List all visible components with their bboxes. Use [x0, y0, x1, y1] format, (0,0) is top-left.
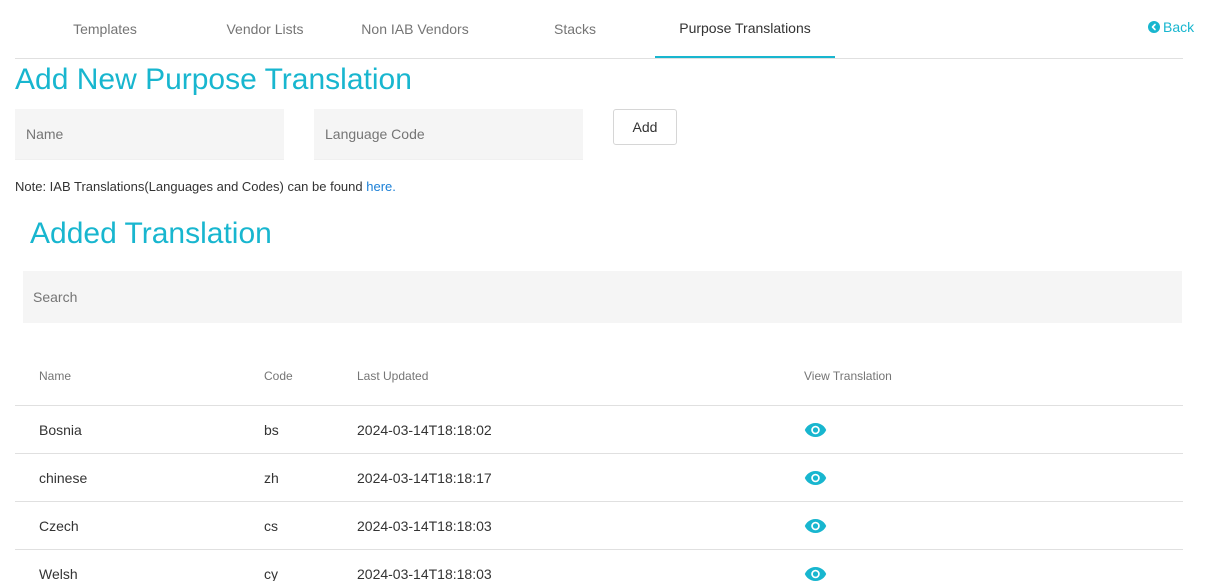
row-name: chinese: [39, 469, 88, 486]
view-translation-cell: [804, 502, 827, 549]
table-row: chinese zh 2024-03-14T18:18:17: [15, 454, 1183, 502]
table-row: Czech cs 2024-03-14T18:18:03: [15, 502, 1183, 550]
language-code-input[interactable]: [314, 109, 583, 160]
eye-icon[interactable]: [804, 566, 827, 581]
purpose-translations-page: Templates Vendor Lists Non IAB Vendors S…: [0, 0, 1205, 581]
row-last-updated: 2024-03-14T18:18:03: [357, 517, 492, 534]
here-link[interactable]: here.: [366, 179, 396, 194]
back-label: Back: [1163, 19, 1195, 35]
chevron-left-circle-icon: [1148, 21, 1160, 33]
view-translation-cell: [804, 406, 827, 453]
back-link[interactable]: Back: [1148, 19, 1194, 35]
tab-bar: Templates Vendor Lists Non IAB Vendors S…: [15, 0, 1183, 59]
row-code: cy: [264, 565, 278, 581]
row-code: bs: [264, 421, 279, 438]
tab-stacks[interactable]: Stacks: [485, 0, 665, 58]
name-input[interactable]: [15, 109, 284, 160]
row-name: Czech: [39, 517, 79, 534]
view-translation-cell: [804, 550, 827, 581]
table-row: Welsh cy 2024-03-14T18:18:03: [15, 550, 1183, 581]
translations-table: Name Code Last Updated View Translation …: [15, 347, 1183, 581]
tab-templates[interactable]: Templates: [15, 0, 195, 58]
row-last-updated: 2024-03-14T18:18:17: [357, 469, 492, 486]
tab-purpose-translations[interactable]: Purpose Translations: [655, 0, 835, 58]
row-last-updated: 2024-03-14T18:18:03: [357, 565, 492, 581]
row-code: cs: [264, 517, 278, 534]
header-last-updated[interactable]: Last Updated: [357, 347, 428, 405]
table-row: Bosnia bs 2024-03-14T18:18:02: [15, 406, 1183, 454]
add-button[interactable]: Add: [613, 109, 677, 145]
view-translation-cell: [804, 454, 827, 501]
iab-translations-note: Note: IAB Translations(Languages and Cod…: [15, 179, 396, 194]
header-view-translation: View Translation: [804, 369, 892, 383]
header-name[interactable]: Name: [39, 347, 71, 405]
tab-non-iab-vendors[interactable]: Non IAB Vendors: [325, 0, 505, 58]
eye-icon[interactable]: [804, 518, 827, 534]
add-translation-title: Add New Purpose Translation: [15, 63, 412, 96]
eye-icon[interactable]: [804, 422, 827, 438]
eye-icon[interactable]: [804, 470, 827, 486]
row-code: zh: [264, 469, 279, 486]
search-input[interactable]: [23, 271, 1182, 323]
row-last-updated: 2024-03-14T18:18:02: [357, 421, 492, 438]
note-text: Note: IAB Translations(Languages and Cod…: [15, 179, 367, 194]
table-header-row: Name Code Last Updated View Translation: [15, 347, 1183, 406]
row-name: Bosnia: [39, 421, 82, 438]
header-code[interactable]: Code: [264, 347, 293, 405]
row-name: Welsh: [39, 565, 78, 581]
added-translation-title: Added Translation: [30, 217, 272, 250]
